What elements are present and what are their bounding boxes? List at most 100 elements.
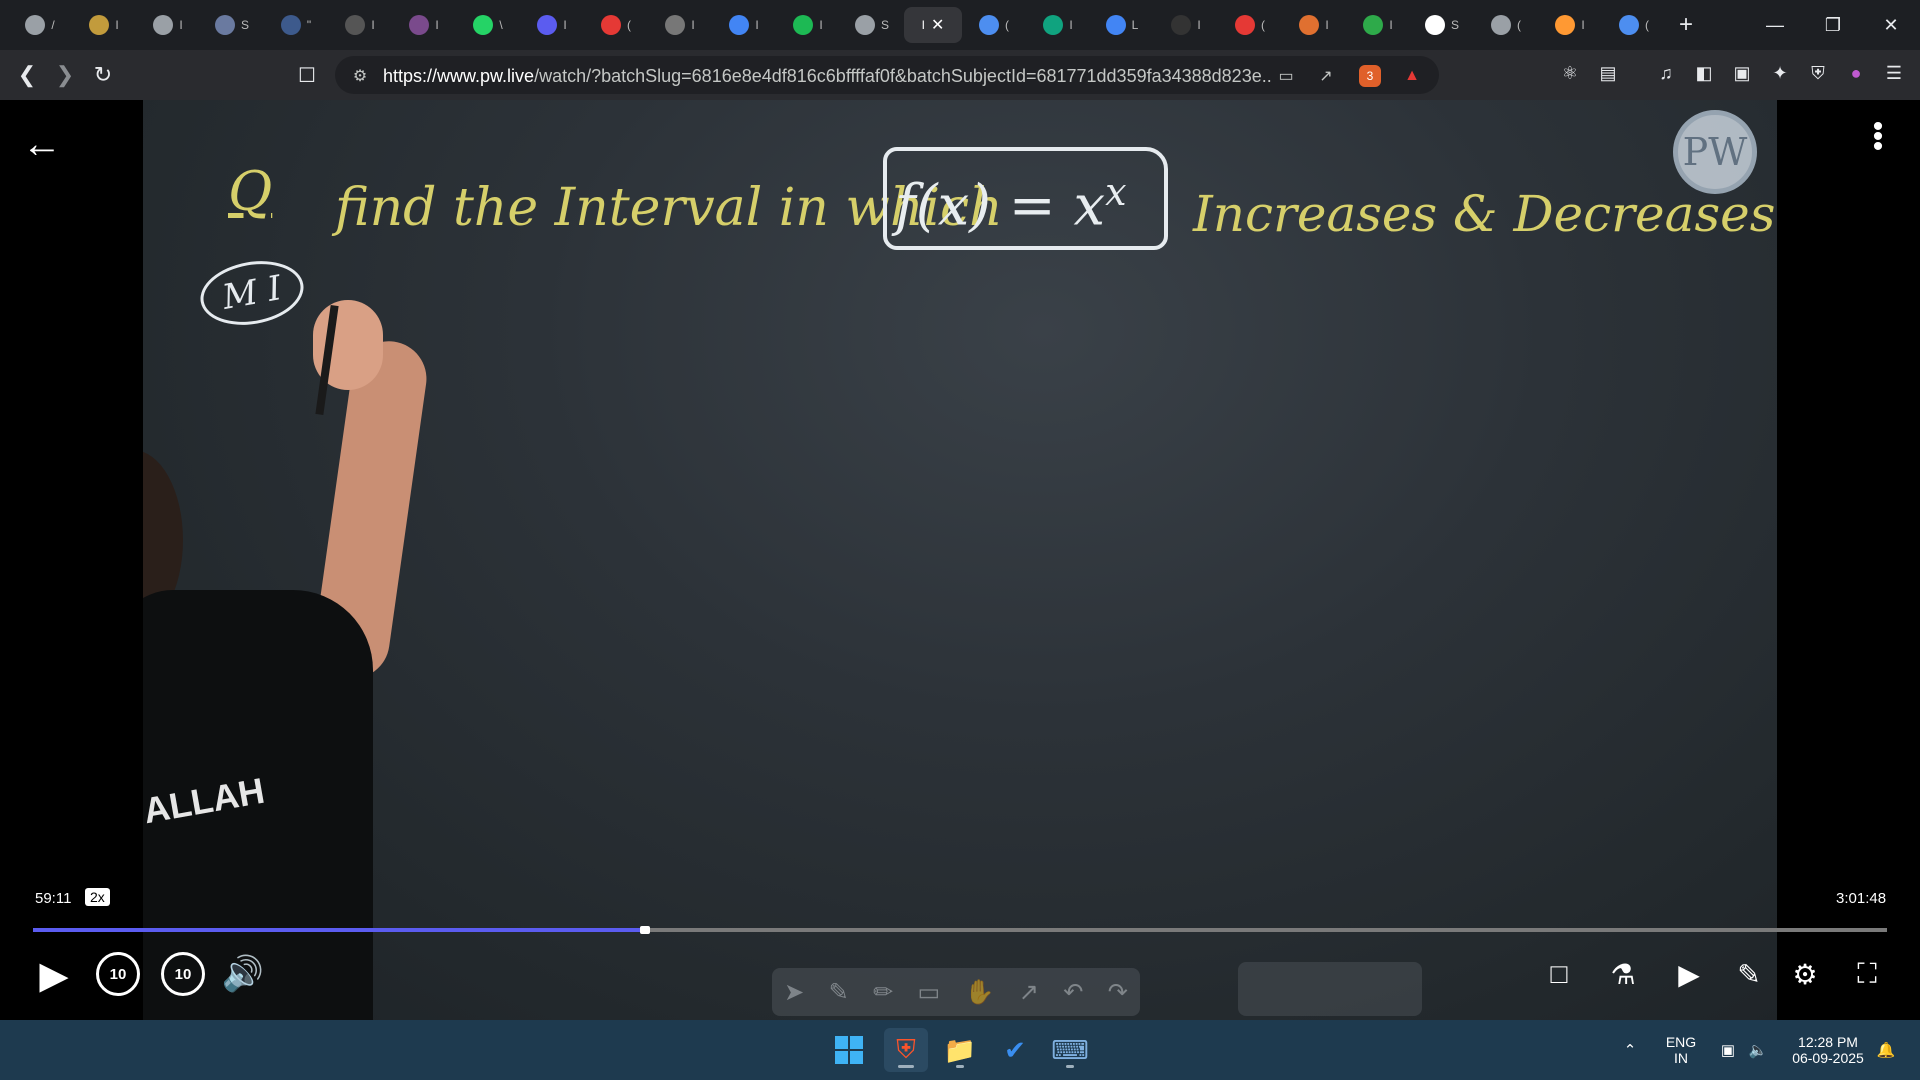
tab-title: I — [1069, 18, 1073, 32]
browser-tab[interactable]: I — [520, 7, 584, 43]
minimize-icon[interactable]: — — [1746, 0, 1804, 50]
tab-title: I — [1389, 18, 1393, 32]
back-arrow-icon[interactable]: ← — [22, 122, 62, 167]
reload-button[interactable]: ↻ — [84, 56, 122, 94]
whatsapp-icon — [473, 15, 494, 35]
settings-icon[interactable]: ⚙ — [1784, 953, 1826, 995]
browser-tab[interactable]: I — [1154, 7, 1218, 43]
browser-tab[interactable]: S — [200, 7, 264, 43]
browser-tab[interactable]: I — [1026, 7, 1090, 43]
notification-icon[interactable]: 🔔 — [1872, 1020, 1900, 1080]
browser-tab[interactable]: ( — [584, 7, 648, 43]
start-icon[interactable] — [827, 1028, 871, 1072]
tab-title: L — [1131, 18, 1139, 32]
browser-tab[interactable]: " — [264, 7, 328, 43]
tab-title: S — [1450, 18, 1459, 32]
menu-icon[interactable]: ☰ — [1882, 62, 1906, 84]
globe-icon — [854, 15, 875, 35]
profile-icon[interactable]: ● — [1844, 62, 1868, 84]
tab-title: S — [240, 18, 249, 32]
tab-title: ( — [1261, 18, 1265, 32]
keyboard-icon[interactable]: ⌨ — [1048, 1028, 1092, 1072]
browser-tab[interactable]: I — [648, 7, 712, 43]
browser-tab[interactable]: I — [776, 7, 840, 43]
tab-title: I — [1325, 18, 1329, 32]
tab-title: I — [1581, 18, 1585, 32]
site-settings-icon[interactable]: ⚙ — [349, 65, 371, 87]
browser-tab[interactable]: ( — [1602, 7, 1666, 43]
file-explorer-icon[interactable]: 📁 — [938, 1028, 982, 1072]
highlighter-icon: ✏ — [873, 978, 894, 1006]
browser-tab[interactable]: ( — [1474, 7, 1538, 43]
brave-app-icon[interactable]: ⛨ — [884, 1028, 928, 1072]
sidebar-icon[interactable]: ◧ — [1692, 62, 1716, 84]
close-tab-icon[interactable]: ✕ — [931, 15, 944, 35]
tab-title: S — [880, 18, 889, 32]
browser-tab[interactable]: I — [1282, 7, 1346, 43]
url-text[interactable]: https://www.pw.live/watch/?batchSlug=681… — [383, 66, 1273, 87]
chat-icon[interactable]: □ — [1538, 953, 1580, 995]
back-button[interactable]: ❮ — [8, 56, 46, 94]
browser-tab[interactable]: I ✕ — [904, 7, 962, 43]
playlist-icon[interactable]: ▶ — [1668, 953, 1710, 995]
globe-icon — [665, 15, 686, 35]
tab-title: I — [819, 18, 823, 32]
browser-tab[interactable]: I — [72, 7, 136, 43]
tab-title: \ — [499, 18, 503, 32]
close-window-icon[interactable]: ✕ — [1862, 0, 1920, 50]
globe-icon — [1299, 15, 1320, 35]
rewind-10-icon[interactable]: 10 — [96, 952, 140, 996]
extensions-icon[interactable]: ⚛ — [1558, 62, 1582, 84]
play-icon[interactable]: ▶ — [34, 952, 74, 998]
browser-tab[interactable]: L — [1090, 7, 1154, 43]
tab-title: I — [179, 18, 183, 32]
browser-tab[interactable]: S — [1410, 7, 1474, 43]
formula-text: f(x) = xx — [895, 170, 1127, 239]
progress-bar[interactable] — [33, 926, 1887, 934]
browser-tab[interactable]: ( — [962, 7, 1026, 43]
restore-icon[interactable]: ❐ — [1804, 0, 1862, 50]
language-indicator[interactable]: ENG IN — [1658, 1020, 1704, 1080]
reader-icon[interactable]: ▤ — [1596, 62, 1620, 84]
browser-tab[interactable]: I — [1538, 7, 1602, 43]
gemini-icon — [1619, 15, 1639, 35]
browser-tab[interactable]: I — [136, 7, 200, 43]
bookmark-icon[interactable]: ☐ — [288, 56, 326, 94]
tab-title: ( — [627, 18, 631, 32]
volume-icon[interactable]: 🔊 — [218, 952, 268, 996]
media-icon[interactable]: ♫ — [1654, 62, 1678, 84]
forward-10-icon[interactable]: 10 — [161, 952, 205, 996]
forward-button[interactable]: ❯ — [46, 56, 84, 94]
brave-rewards-icon[interactable]: ▲ — [1401, 65, 1423, 87]
clock[interactable]: 12:28 PM 06-09-2025 — [1780, 1020, 1876, 1080]
translate-icon[interactable]: ⚗ — [1602, 953, 1644, 995]
address-bar[interactable]: ⚙ https://www.pw.live/watch/?batchSlug=6… — [335, 56, 1439, 94]
fullscreen-icon[interactable]: ⛶ — [1846, 953, 1888, 995]
todo-icon[interactable]: ✔ — [993, 1028, 1037, 1072]
brave-shield-icon[interactable]: 3 — [1359, 65, 1381, 87]
browser-tab[interactable]: I — [392, 7, 456, 43]
pw-logo: PW — [1673, 110, 1757, 194]
leo-ai-icon[interactable]: ✦ — [1768, 62, 1792, 84]
cast-icon[interactable]: ▭ — [1275, 65, 1297, 87]
browser-tab[interactable]: I — [712, 7, 776, 43]
speaker-icon[interactable]: 🔈 — [1744, 1020, 1772, 1080]
progress-knob[interactable] — [639, 926, 650, 934]
board-tools: ➤ ✎ ✏ ▭ ✋ ↗ ↶ ↷ — [772, 968, 1140, 1016]
wallet-icon[interactable]: ▣ — [1730, 62, 1754, 84]
browser-tab[interactable]: ( — [1218, 7, 1282, 43]
playback-speed[interactable]: 2x — [85, 888, 110, 906]
tray-overflow-icon[interactable]: ⌃ — [1618, 1020, 1642, 1080]
notes-icon[interactable]: ✎ — [1728, 953, 1770, 995]
browser-tab[interactable]: \ — [456, 7, 520, 43]
network-icon[interactable]: ▣ — [1714, 1020, 1742, 1080]
browser-tab[interactable]: S — [840, 7, 904, 43]
vpn-icon[interactable]: ⛨ — [1806, 62, 1830, 84]
browser-tab[interactable]: / — [8, 7, 72, 43]
new-tab-button[interactable]: + — [1666, 7, 1706, 43]
browser-tab[interactable]: I — [328, 7, 392, 43]
browser-tab[interactable]: I — [1346, 7, 1410, 43]
video-player[interactable]: Q find the Interval in which f(x) = xx I… — [0, 100, 1920, 1020]
more-options-icon[interactable]: • • • — [1868, 112, 1888, 162]
share-icon[interactable]: ↗ — [1315, 65, 1337, 87]
